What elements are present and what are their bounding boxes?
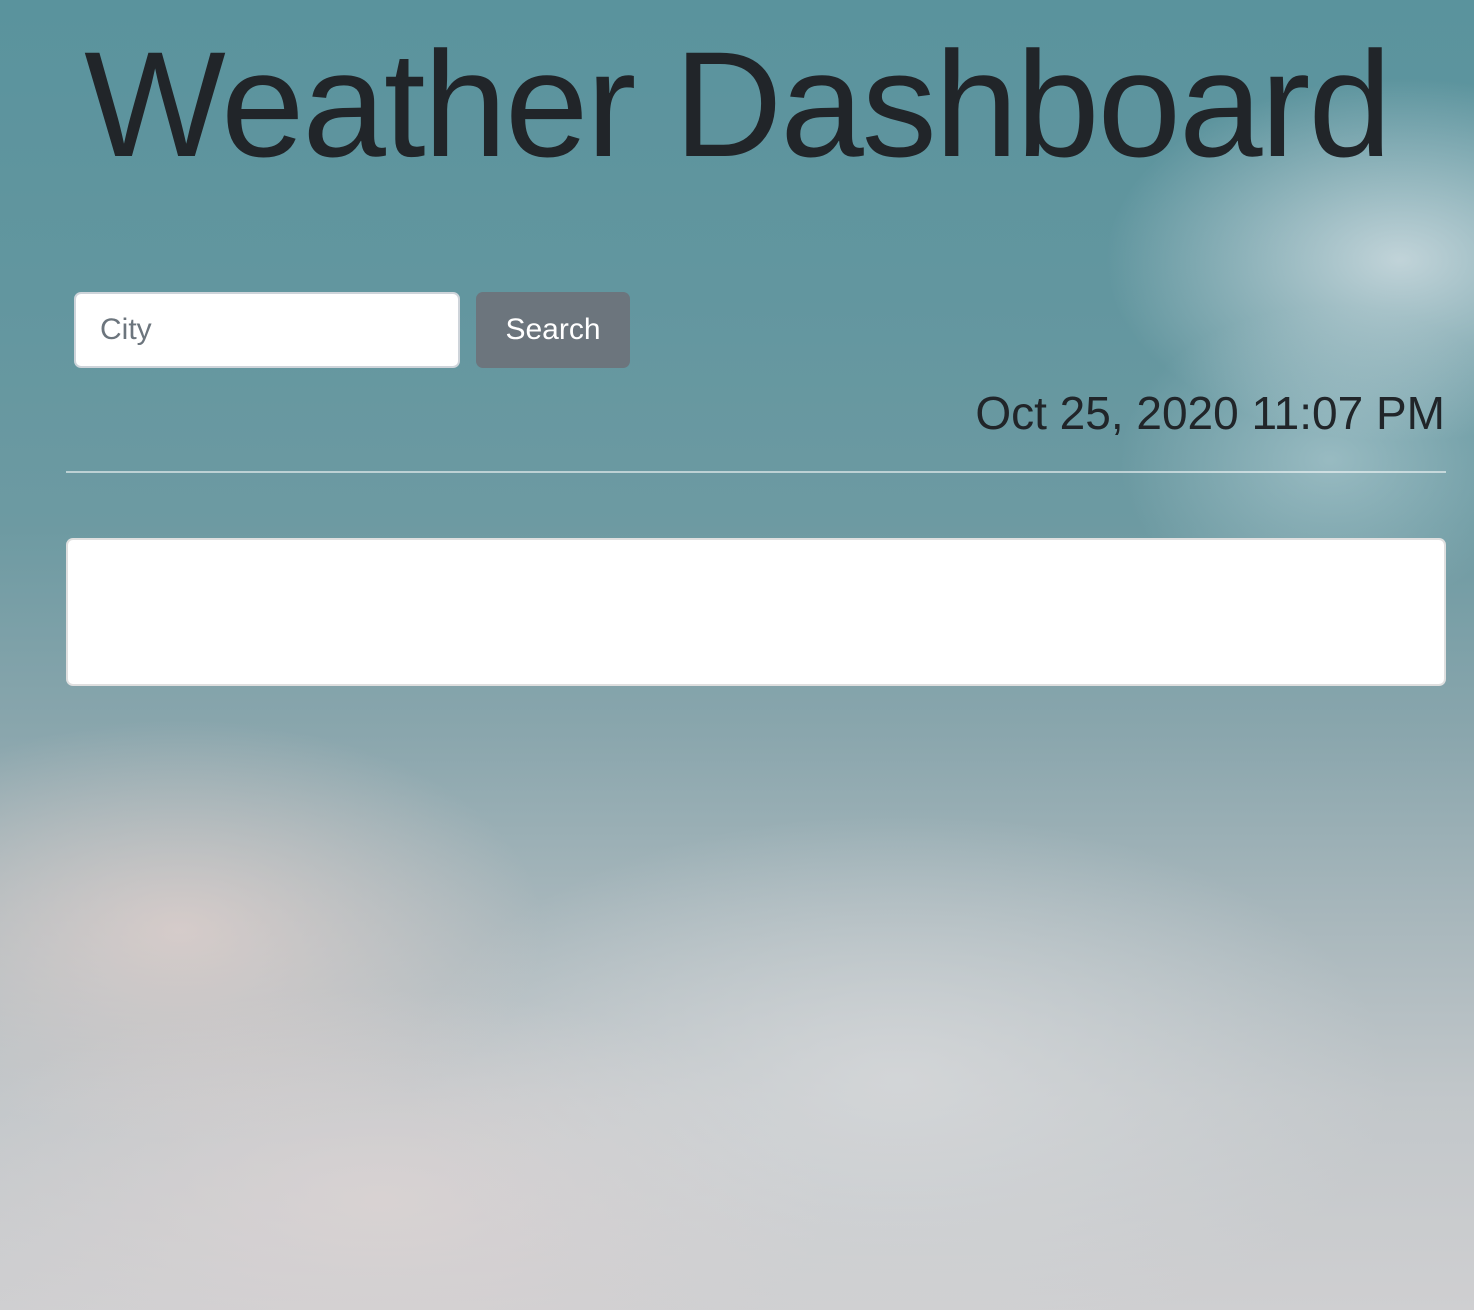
divider (66, 471, 1446, 473)
page-title: Weather Dashboard (84, 20, 1392, 188)
weather-result-panel (66, 538, 1446, 686)
city-search-input[interactable] (74, 292, 460, 368)
current-datetime: Oct 25, 2020 11:07 PM (975, 387, 1445, 439)
search-button[interactable]: Search (476, 292, 630, 368)
